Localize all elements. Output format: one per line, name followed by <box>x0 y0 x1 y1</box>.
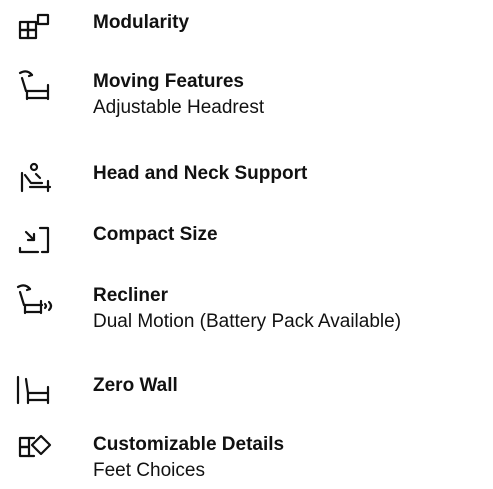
feature-title: Head and Neck Support <box>93 163 308 184</box>
feature-subtitle: Adjustable Headrest <box>93 97 265 118</box>
moving-headrest-icon <box>14 69 54 101</box>
compact-size-icon <box>14 222 54 254</box>
zero-wall-icon <box>14 373 54 405</box>
feature-title: Recliner <box>93 285 168 306</box>
feature-title: Moving Features <box>93 71 244 92</box>
customizable-details-icon <box>14 432 54 464</box>
feature-title: Compact Size <box>93 224 218 245</box>
feature-title: Modularity <box>93 12 190 33</box>
recliner-icon <box>14 283 54 315</box>
feature-subtitle: Feet Choices <box>93 460 205 481</box>
feature-title: Zero Wall <box>93 375 178 396</box>
modularity-icon <box>14 10 54 42</box>
feature-subtitle: Dual Motion (Battery Pack Available) <box>93 311 402 332</box>
head-neck-support-icon <box>14 161 54 193</box>
feature-title: Customizable Details <box>93 434 285 455</box>
